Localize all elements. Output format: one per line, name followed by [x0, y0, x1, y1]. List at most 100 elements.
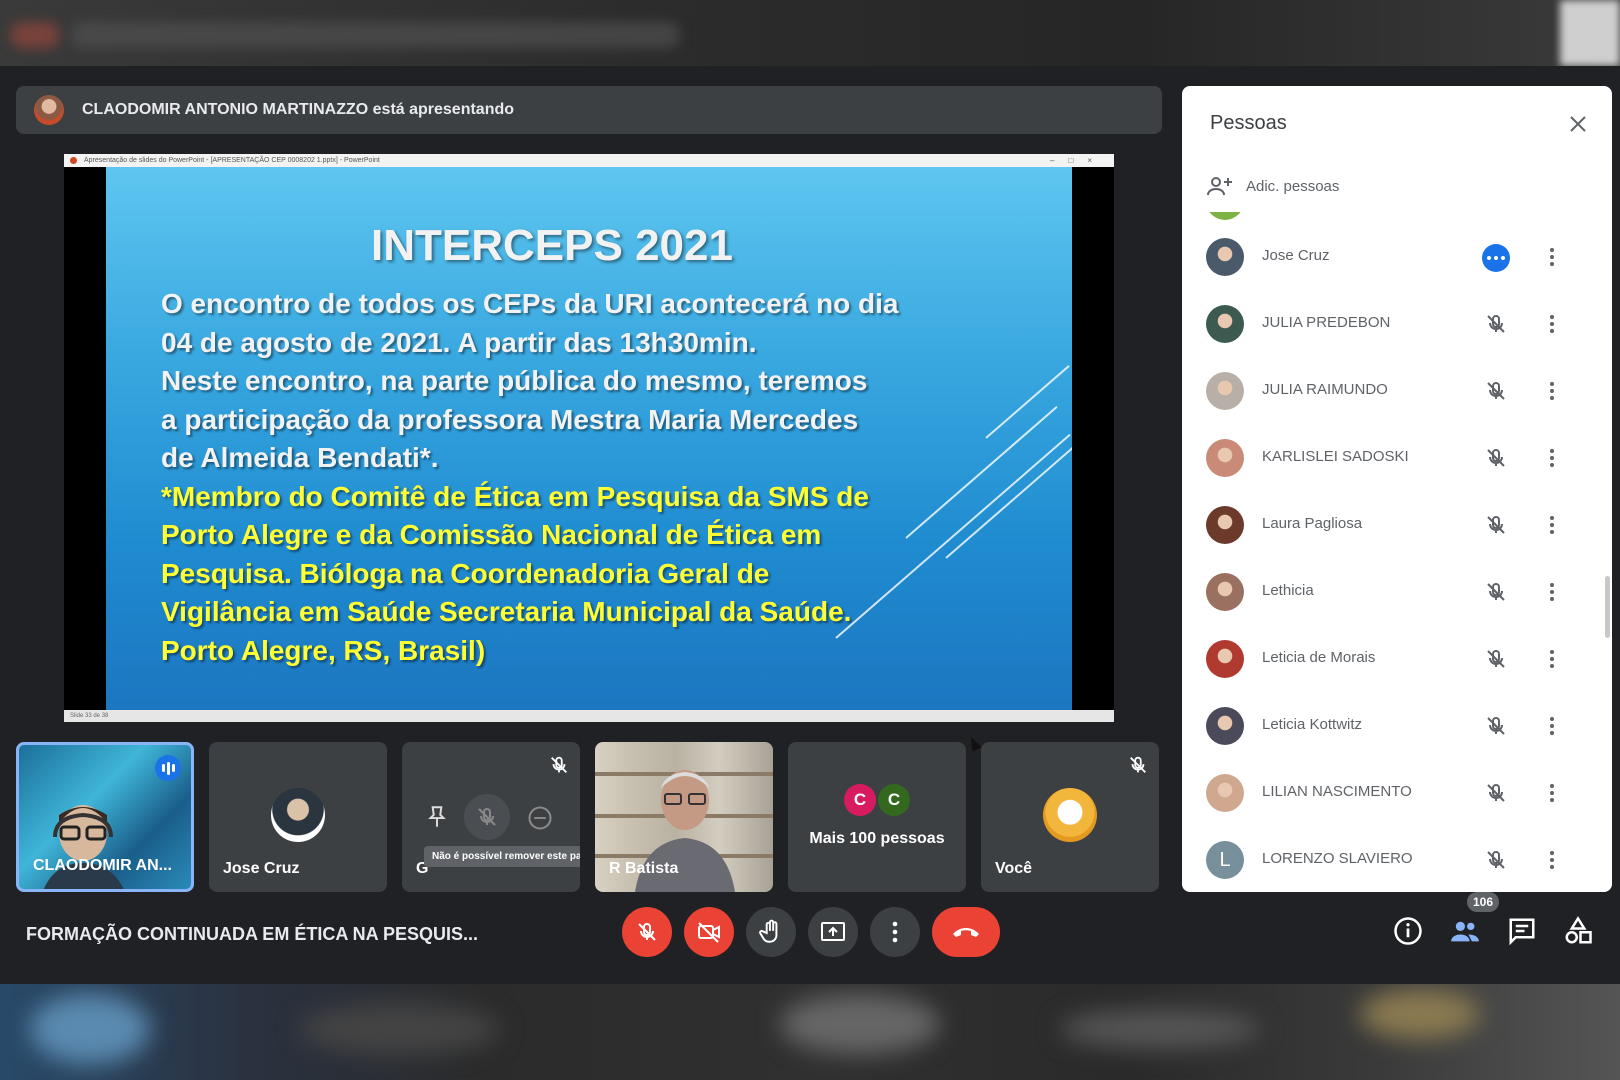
more-horiz-icon[interactable] — [1482, 244, 1510, 272]
more-vert-icon[interactable] — [1540, 848, 1564, 872]
avatar — [1206, 238, 1244, 276]
slide-line: a participação da professora Mestra Mari… — [161, 403, 859, 435]
meet-window: CLAODOMIR ANTONIO MARTINAZZO está aprese… — [0, 66, 1620, 984]
mic-off-icon — [1487, 716, 1505, 735]
participant-row[interactable]: JULIA RAIMUNDO — [1182, 358, 1612, 425]
mic-off-icon — [1130, 756, 1146, 773]
slide-line: O encontro de todos os CEPs da URI acont… — [161, 288, 899, 319]
tile-more-people[interactable]: C C Mais 100 pessoas — [788, 742, 966, 892]
more-vert-icon[interactable] — [1540, 379, 1564, 403]
more-vert-icon[interactable] — [1540, 446, 1564, 470]
camera-off-icon — [698, 922, 720, 943]
more-vert-icon[interactable] — [1540, 513, 1564, 537]
more-vert-icon[interactable] — [1540, 647, 1564, 671]
present-icon — [821, 922, 845, 941]
more-vert-icon[interactable] — [1540, 580, 1564, 604]
tile-name: R Batista — [609, 860, 679, 877]
tile-participant-g[interactable]: G Não é possível remover este participan… — [402, 742, 580, 892]
avatar — [271, 788, 325, 842]
leave-call-button[interactable] — [932, 907, 1000, 957]
slide-line: Neste encontro, na parte pública do mesm… — [161, 365, 868, 396]
more-vert-icon[interactable] — [1540, 781, 1564, 805]
mic-off-icon — [1487, 314, 1505, 333]
pin-icon[interactable] — [424, 804, 450, 830]
avatar — [1206, 439, 1244, 477]
add-person-icon — [1207, 177, 1232, 196]
camera-toggle-button[interactable] — [684, 907, 734, 957]
participant-row[interactable]: Leticia Kottwitz — [1182, 693, 1612, 760]
avatar: L — [1206, 841, 1244, 879]
participant-list: Jose Cruz JULIA PREDEBON JULIA RAIMUNDO KAR… — [1182, 212, 1612, 892]
overflow-avatars: C C — [844, 784, 910, 816]
avatar — [1043, 788, 1097, 842]
powerpoint-statusbar: Slide 33 de 38 — [64, 710, 1114, 722]
activities-icon[interactable] — [1563, 916, 1593, 946]
mic-off-icon — [1487, 850, 1505, 869]
participant-row[interactable]: KARLISLEI SADOSKI — [1182, 425, 1612, 492]
avatar — [1206, 774, 1244, 812]
participant-name: Laura Pagliosa — [1262, 515, 1363, 532]
slide-line-highlight: Vigilância em Saúde Secretaria Municipal… — [161, 596, 852, 627]
participant-row[interactable]: JULIA PREDEBON — [1182, 291, 1612, 358]
participant-row[interactable]: Lethicia — [1182, 559, 1612, 626]
mic-off-icon — [1487, 448, 1505, 467]
powerpoint-titlebar: Apresentação de slides do PowerPoint - [… — [64, 154, 1114, 167]
avatar: C — [878, 784, 910, 816]
slide-title: INTERCEPS 2021 — [371, 221, 733, 270]
participant-count-badge: 106 — [1467, 892, 1499, 912]
hand-icon — [759, 919, 778, 943]
avatar — [1206, 506, 1244, 544]
participant-row[interactable]: Leticia de Morais — [1182, 626, 1612, 693]
mic-off-icon — [1487, 381, 1505, 400]
slide-line: 04 de agosto de 2021. A partir das 13h30… — [161, 326, 757, 358]
participant-name: JULIA RAIMUNDO — [1262, 381, 1388, 398]
tile-name: Jose Cruz — [223, 860, 300, 877]
slide-line-highlight: *Membro do Comitê de Ética em Pesquisa d… — [161, 480, 869, 512]
add-people-label: Adic. pessoas — [1246, 177, 1340, 195]
scrollbar[interactable] — [1605, 576, 1610, 638]
participant-row[interactable]: L LORENZO SLAVIERO — [1182, 827, 1612, 892]
slide-line-highlight: Porto Alegre, RS, Brasil) — [161, 634, 486, 666]
tile-hover-controls — [402, 742, 580, 892]
add-people-button[interactable]: Adic. pessoas — [1206, 174, 1339, 198]
participant-row[interactable]: LILIAN NASCIMENTO — [1182, 760, 1612, 827]
tile-presenter[interactable]: CLAODOMIR AN... — [16, 742, 194, 892]
more-vert-icon[interactable] — [1540, 312, 1564, 336]
tile-r-batista[interactable]: R Batista — [595, 742, 773, 892]
tile-name: Você — [995, 860, 1033, 877]
tile-jose-cruz[interactable]: Jose Cruz — [209, 742, 387, 892]
participant-name: Leticia Kottwitz — [1262, 716, 1363, 733]
background-blur-bottom — [0, 984, 1620, 1080]
more-vert-icon[interactable] — [1540, 245, 1564, 269]
mic-off-icon — [478, 807, 496, 826]
background-blur-top — [0, 0, 1620, 66]
mic-off-icon — [638, 922, 656, 941]
chat-icon[interactable] — [1507, 916, 1537, 946]
powerpoint-window-title: Apresentação de slides do PowerPoint - [… — [84, 157, 380, 164]
people-icon[interactable] — [1450, 916, 1480, 946]
participant-name: Leticia de Morais — [1262, 649, 1376, 666]
avatar — [1206, 640, 1244, 678]
mic-off-icon — [1487, 582, 1505, 601]
participant-tiles: CLAODOMIR AN... Jose Cruz G Não é possív… — [16, 742, 1162, 892]
mic-toggle-button[interactable] — [622, 907, 672, 957]
remove-participant-icon[interactable] — [526, 804, 554, 832]
participant-name: Lethicia — [1262, 582, 1314, 599]
more-options-button[interactable] — [870, 907, 920, 957]
more-vert-icon[interactable] — [1540, 714, 1564, 738]
meeting-details-icon[interactable] — [1393, 916, 1423, 946]
avatar — [1206, 212, 1244, 220]
tile-self[interactable]: Você — [981, 742, 1159, 892]
participant-row[interactable]: Laura Pagliosa — [1182, 492, 1612, 559]
presenter-avatar — [34, 95, 64, 125]
mic-off-icon — [1487, 515, 1505, 534]
raise-hand-button[interactable] — [746, 907, 796, 957]
slide-line: de Almeida Bendati*. — [161, 442, 439, 473]
avatar — [1206, 372, 1244, 410]
close-icon[interactable] — [1566, 112, 1590, 136]
participant-row[interactable]: Jose Cruz — [1182, 224, 1612, 291]
mic-off-icon — [1487, 649, 1505, 668]
mute-participant-button[interactable] — [464, 794, 510, 840]
present-screen-button[interactable] — [808, 907, 858, 957]
tile-name: CLAODOMIR AN... — [33, 857, 172, 874]
